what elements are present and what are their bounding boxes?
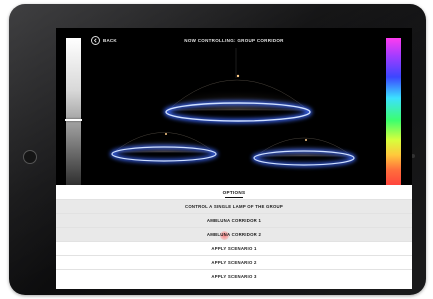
option-apply-scenario-1[interactable]: APPLY SCENARIO 1 — [56, 241, 412, 255]
intensity-slider-thumb[interactable] — [65, 119, 82, 121]
screen: BACK NOW CONTROLLING: GROUP CORRIDOR OPT… — [56, 28, 412, 289]
option-ambluna-corridor-2[interactable]: AMBLUNA CORRIDOR 2 — [56, 227, 412, 241]
option-label: AMBLUNA CORRIDOR 2 — [206, 232, 262, 237]
lamps-illustration — [110, 48, 356, 167]
option-label: AMBLUNA CORRIDOR 1 — [206, 218, 262, 223]
home-button[interactable] — [23, 150, 37, 164]
color-hue-slider[interactable] — [386, 38, 401, 188]
options-header: OPTIONS — [56, 185, 412, 199]
option-label: APPLY SCENARIO 1 — [211, 246, 257, 251]
lamp-small-right — [252, 137, 356, 167]
option-label: APPLY SCENARIO 2 — [211, 260, 257, 265]
options-underline — [225, 197, 243, 198]
app-screenshot: BACK NOW CONTROLLING: GROUP CORRIDOR OPT… — [0, 0, 433, 299]
tablet-device: BACK NOW CONTROLLING: GROUP CORRIDOR OPT… — [9, 4, 426, 295]
page-title: NOW CONTROLLING: GROUP CORRIDOR — [184, 38, 284, 43]
option-label: APPLY SCENARIO 3 — [211, 274, 257, 279]
option-ambluna-corridor-1[interactable]: AMBLUNA CORRIDOR 1 — [56, 213, 412, 227]
options-panel: OPTIONS CONTROL A SINGLE LAMP OF THE GRO… — [56, 185, 412, 289]
options-title: OPTIONS — [222, 189, 246, 195]
option-apply-scenario-3[interactable]: APPLY SCENARIO 3 — [56, 269, 412, 283]
option-control-single-lamp[interactable]: CONTROL A SINGLE LAMP OF THE GROUP — [56, 199, 412, 213]
option-apply-scenario-2[interactable]: APPLY SCENARIO 2 — [56, 255, 412, 269]
lamp-small-left — [110, 132, 218, 163]
lamp-large — [164, 48, 312, 123]
intensity-slider[interactable] — [65, 38, 82, 188]
option-label: CONTROL A SINGLE LAMP OF THE GROUP — [184, 204, 284, 209]
